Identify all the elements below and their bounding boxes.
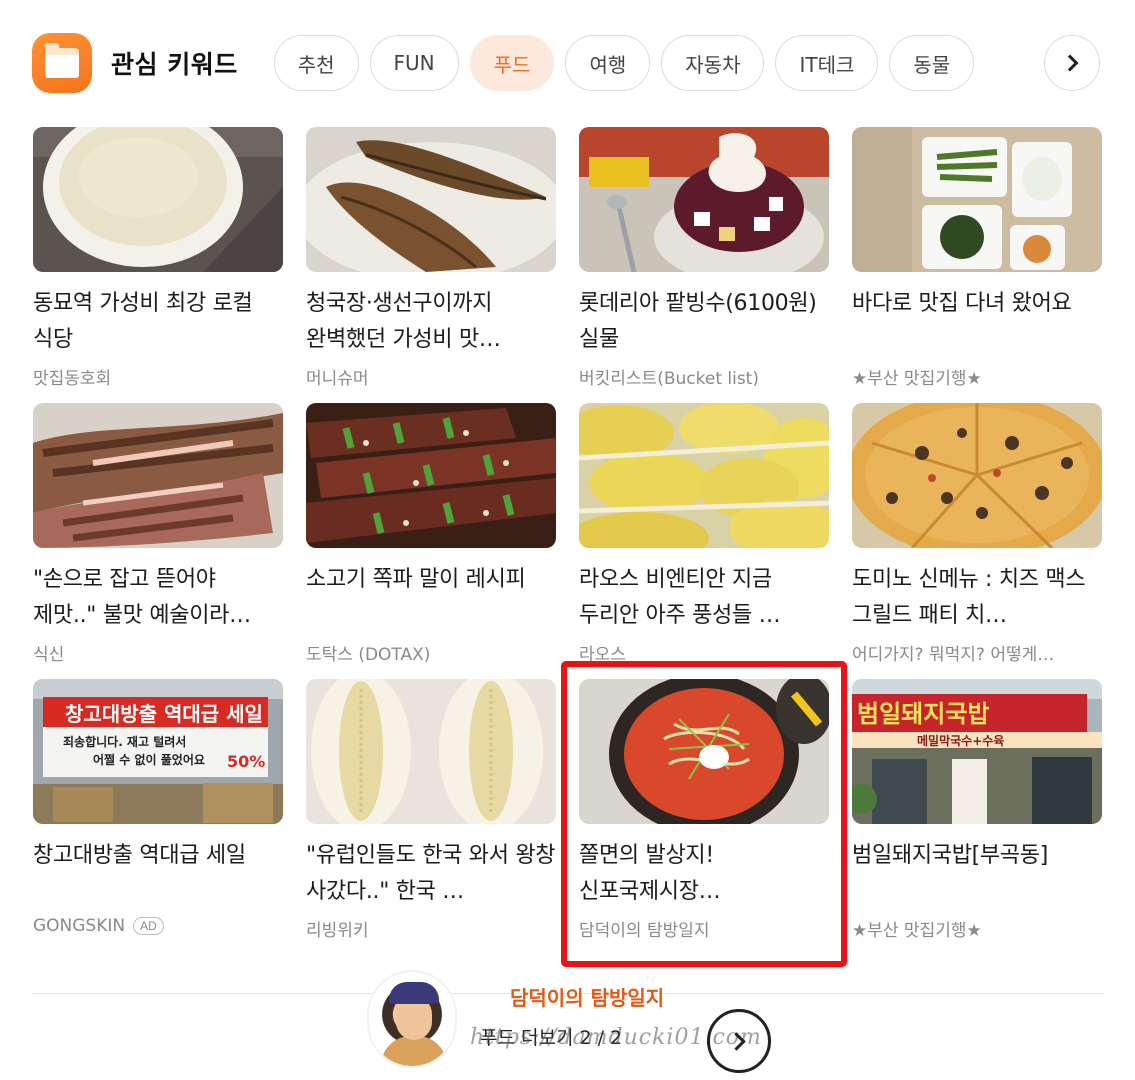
thumbnail-storefront[interactable]: 범일돼지국밥 메밀막국수+수육 (852, 679, 1102, 824)
banner-subline-2: 어쩔 수 없이 풀었어요 (93, 752, 205, 767)
thumbnail-rice-drink[interactable] (33, 127, 283, 272)
card-source: 리빙위키 (306, 921, 369, 941)
card-title[interactable]: 소고기 쪽파 말이 레시피 (306, 562, 556, 634)
card-source: GONGSKIN AD (33, 916, 283, 936)
card-title[interactable]: 롯데리아 팥빙수(6100원) 실물 (579, 286, 829, 358)
blog-brand-text: 담덕이의 탐방일지 (510, 986, 665, 1010)
banner-subline-1: 죄송합니다. 재고 털려서 (63, 734, 186, 749)
thumbnail-warehouse-sale[interactable]: 창고대방출 역대급 세일 죄송합니다. 재고 털려서 어쩔 수 없이 풀었어요 … (33, 679, 283, 824)
tab-animal[interactable]: 동물 (889, 35, 975, 91)
keyword-tabs: 추천 FUN 푸드 여행 자동차 IT테크 동물 (273, 32, 1104, 94)
card-source: 버킷리스트(Bucket list) (579, 369, 759, 389)
thumbnail-side-dishes[interactable] (852, 127, 1102, 272)
article-card[interactable]: 동묘역 가성비 최강 로컬 식당 맛집동호회 (33, 127, 283, 403)
card-title[interactable]: 창고대방출 역대급 세일 (33, 838, 283, 910)
card-title[interactable]: 라오스 비엔티안 지금 두리안 아주 풍성들 … (579, 562, 829, 634)
thumbnail-pizza[interactable] (852, 403, 1102, 548)
thumbnail-bingsu[interactable] (579, 127, 829, 272)
article-card[interactable]: 소고기 쪽파 말이 레시피 도탁스 (DOTAX) (306, 403, 556, 679)
card-source: 머니슈머 (306, 369, 369, 389)
tab-food[interactable]: 푸드 (469, 35, 555, 91)
card-source: 담덕이의 탐방일지 (579, 921, 710, 941)
chevron-right-icon (727, 1031, 746, 1051)
article-card[interactable]: "유럽인들도 한국 와서 왕창 사갔다.." 한국 … 리빙위키 (306, 679, 556, 955)
article-card[interactable]: 라오스 비엔티안 지금 두리안 아주 풍성들 … 라오스 (579, 403, 829, 679)
thumbnail-beef-rolls[interactable] (306, 403, 556, 548)
article-card-highlighted[interactable]: 쫄면의 발상지! 신포국제시장 '신포우리만… 담덕이의 탐방일지 (579, 679, 829, 955)
card-title[interactable]: "손으로 잡고 뜯어야 제맛.." 불맛 예술이라… (33, 562, 283, 634)
tab-recommend[interactable]: 추천 (273, 35, 359, 91)
article-card[interactable]: 롯데리아 팥빙수(6100원) 실물 버킷리스트(Bucket list) (579, 127, 829, 403)
storefront-subsign: 메밀막국수+수육 (917, 733, 1004, 748)
keyword-header: 관심 키워드 추천 FUN 푸드 여행 자동차 IT테크 동물 (32, 32, 1104, 94)
card-title[interactable]: 도미노 신메뉴 : 치즈 맥스 그릴드 패티 치… (852, 562, 1102, 634)
article-card[interactable]: 도미노 신메뉴 : 치즈 맥스 그릴드 패티 치… 어디가지? 뭐먹지? 어떻게… (852, 403, 1102, 679)
thumbnail-durian[interactable] (579, 403, 829, 548)
card-title[interactable]: 바다로 맛집 다녀 왔어요 (852, 286, 1102, 358)
card-title[interactable]: 범일돼지국밥[부곡동] (852, 838, 1102, 910)
card-source: 맛집동호회 (33, 369, 112, 389)
thumbnail-grilled-pork[interactable] (33, 403, 283, 548)
thumbnail-melon[interactable] (306, 679, 556, 824)
chevron-right-icon (1061, 54, 1078, 72)
article-card[interactable]: 청국장·생선구이까지 완벽했던 가성비 맛… 머니슈머 (306, 127, 556, 403)
tab-it-tech[interactable]: IT테크 (775, 35, 879, 91)
card-source: 식신 (33, 645, 65, 665)
banner-discount: 50% (227, 752, 265, 771)
thumbnail-grilled-fish[interactable] (306, 127, 556, 272)
thumbnail-jjolmyeon[interactable] (579, 679, 829, 824)
card-title[interactable]: 쫄면의 발상지! 신포국제시장 '신포우리만… (579, 838, 829, 910)
tab-fun[interactable]: FUN (369, 35, 459, 91)
card-source: ★부산 맛집기행★ (852, 921, 982, 941)
tabs-next-button[interactable] (1044, 35, 1100, 91)
article-card[interactable]: 범일돼지국밥 메밀막국수+수육 범일돼지국밥[부곡동] ★부산 맛집기행★ (852, 679, 1102, 955)
ad-badge: AD (133, 917, 164, 935)
article-card[interactable]: "손으로 잡고 뜯어야 제맛.." 불맛 예술이라… 식신 (33, 403, 283, 679)
card-source: 어디가지? 뭐먹지? 어떻게… (852, 645, 1055, 665)
card-title[interactable]: 청국장·생선구이까지 완벽했던 가성비 맛… (306, 286, 556, 358)
card-title[interactable]: "유럽인들도 한국 와서 왕창 사갔다.." 한국 … (306, 838, 556, 910)
ad-card[interactable]: 창고대방출 역대급 세일 죄송합니다. 재고 털려서 어쩔 수 없이 풀었어요 … (33, 679, 283, 955)
more-next-button[interactable] (707, 1009, 771, 1073)
card-source: 라오스 (579, 645, 626, 665)
more-footer: 담덕이의 탐방일지 푸드 더보기 2 / 2 https://damducki0… (0, 970, 1135, 1075)
banner-headline: 창고대방출 역대급 세일 (65, 702, 263, 726)
card-source: 도탁스 (DOTAX) (306, 645, 431, 665)
article-card[interactable]: 바다로 맛집 다녀 왔어요 ★부산 맛집기행★ (852, 127, 1102, 403)
storefront-sign: 범일돼지국밥 (857, 700, 989, 728)
folder-icon (32, 33, 92, 93)
tab-travel[interactable]: 여행 (565, 35, 651, 91)
section-title: 관심 키워드 (111, 50, 238, 79)
tab-car[interactable]: 자동차 (661, 35, 765, 91)
blogger-avatar (367, 970, 457, 1068)
card-source: ★부산 맛집기행★ (852, 369, 982, 389)
card-title[interactable]: 동묘역 가성비 최강 로컬 식당 (33, 286, 283, 358)
food-card-grid: 동묘역 가성비 최강 로컬 식당 맛집동호회 청국장·생선구이까지 완벽했던 가… (33, 127, 1102, 955)
